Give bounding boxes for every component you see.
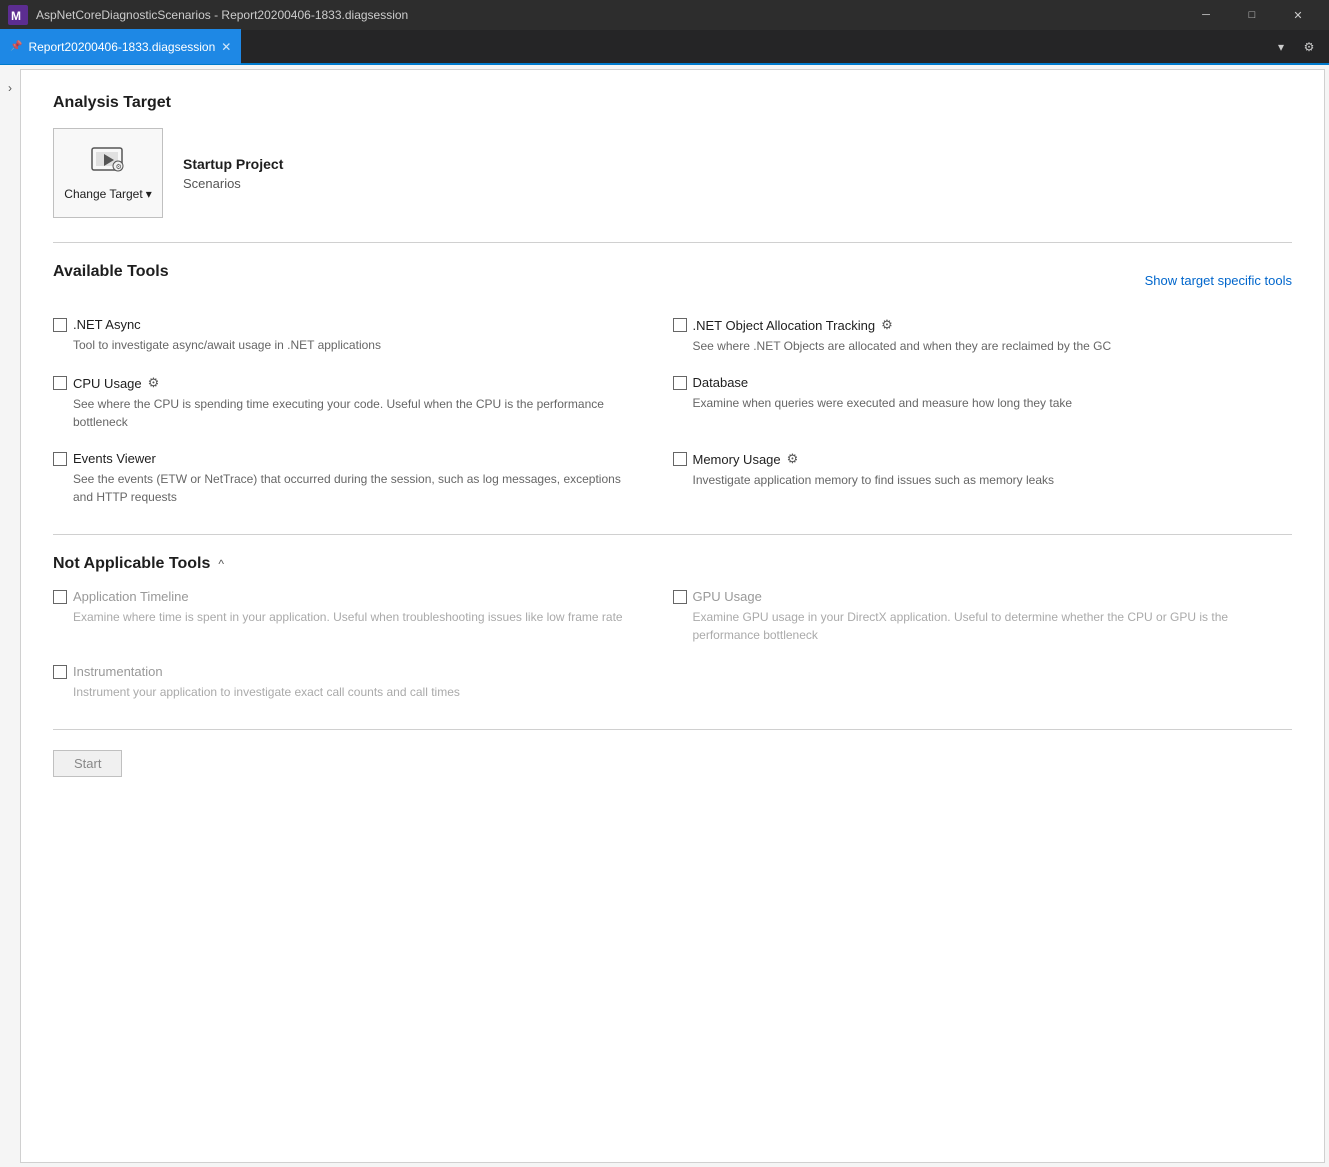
tool-header-dotnet-async: .NET Async bbox=[53, 317, 641, 332]
analysis-target-title: Analysis Target bbox=[53, 94, 1292, 112]
startup-project-name: Scenarios bbox=[183, 176, 283, 191]
tab-bar-actions: ▾ ⚙ bbox=[1269, 35, 1329, 59]
tab-gear-button[interactable]: ⚙ bbox=[1297, 35, 1321, 59]
tab-close-button[interactable]: ✕ bbox=[221, 40, 231, 54]
tool-desc-events-viewer: See the events (ETW or NetTrace) that oc… bbox=[73, 470, 641, 506]
tool-item-dotnet-async: .NET Async Tool to investigate async/awa… bbox=[53, 317, 673, 375]
change-target-icon: ⚙ bbox=[90, 146, 126, 183]
tool-desc-memory-usage: Investigate application memory to find i… bbox=[693, 471, 1261, 489]
tool-item-app-timeline: Application Timeline Examine where time … bbox=[53, 589, 673, 664]
tool-header-events-viewer: Events Viewer bbox=[53, 451, 641, 466]
tool-desc-dotnet-object-allocation: See where .NET Objects are allocated and… bbox=[693, 337, 1261, 355]
tab-label: Report20200406-1833.diagsession bbox=[28, 40, 215, 54]
not-applicable-tools-grid: Application Timeline Examine where time … bbox=[53, 589, 1292, 721]
tool-header-gpu-usage: GPU Usage bbox=[673, 589, 1261, 604]
tool-item-cpu-usage: CPU Usage ⚙ See where the CPU is spendin… bbox=[53, 375, 673, 451]
tool-checkbox-events-viewer[interactable] bbox=[53, 452, 67, 466]
main-area: › Analysis Target ⚙ bbox=[0, 65, 1329, 1167]
tool-checkbox-instrumentation bbox=[53, 665, 67, 679]
title-bar-text: AspNetCoreDiagnosticScenarios - Report20… bbox=[36, 8, 1175, 22]
tool-checkbox-dotnet-async[interactable] bbox=[53, 318, 67, 332]
tool-name-cpu-usage: CPU Usage bbox=[73, 376, 142, 391]
tool-checkbox-gpu-usage bbox=[673, 590, 687, 604]
tool-gear-dotnet-object-allocation[interactable]: ⚙ bbox=[881, 317, 893, 333]
tool-header-memory-usage: Memory Usage ⚙ bbox=[673, 451, 1261, 467]
diag-session-tab[interactable]: 📌 Report20200406-1833.diagsession ✕ bbox=[0, 29, 241, 64]
tool-desc-app-timeline: Examine where time is spent in your appl… bbox=[73, 608, 641, 626]
tool-gear-memory-usage[interactable]: ⚙ bbox=[787, 451, 799, 467]
tool-name-app-timeline: Application Timeline bbox=[73, 589, 189, 604]
divider-2 bbox=[53, 534, 1292, 535]
title-bar: M AspNetCoreDiagnosticScenarios - Report… bbox=[0, 0, 1329, 30]
tool-item-memory-usage: Memory Usage ⚙ Investigate application m… bbox=[673, 451, 1293, 526]
tool-item-gpu-usage: GPU Usage Examine GPU usage in your Dire… bbox=[673, 589, 1293, 664]
close-button[interactable]: ✕ bbox=[1275, 0, 1321, 30]
tool-checkbox-memory-usage[interactable] bbox=[673, 452, 687, 466]
tab-pin-icon: 📌 bbox=[10, 41, 22, 52]
svg-text:⚙: ⚙ bbox=[116, 163, 122, 171]
tab-dropdown-button[interactable]: ▾ bbox=[1269, 35, 1293, 59]
tool-desc-gpu-usage: Examine GPU usage in your DirectX applic… bbox=[693, 608, 1261, 644]
tool-header-instrumentation: Instrumentation bbox=[53, 664, 641, 679]
tool-name-memory-usage: Memory Usage bbox=[693, 452, 781, 467]
not-applicable-header: Not Applicable Tools ^ bbox=[53, 555, 1292, 573]
tool-name-gpu-usage: GPU Usage bbox=[693, 589, 762, 604]
tool-checkbox-cpu-usage[interactable] bbox=[53, 376, 67, 390]
tool-checkbox-database[interactable] bbox=[673, 376, 687, 390]
tool-desc-instrumentation: Instrument your application to investiga… bbox=[73, 683, 641, 701]
tool-item-instrumentation: Instrumentation Instrument your applicat… bbox=[53, 664, 673, 721]
divider-3 bbox=[53, 729, 1292, 730]
collapse-arrow[interactable]: ^ bbox=[218, 557, 224, 571]
tool-item-dotnet-object-allocation: .NET Object Allocation Tracking ⚙ See wh… bbox=[673, 317, 1293, 375]
sidebar-toggle[interactable]: › bbox=[0, 65, 20, 1167]
tool-header-database: Database bbox=[673, 375, 1261, 390]
not-applicable-tools-section: Not Applicable Tools ^ Application Timel… bbox=[53, 555, 1292, 721]
minimize-button[interactable]: ─ bbox=[1183, 0, 1229, 30]
tool-name-dotnet-async: .NET Async bbox=[73, 317, 141, 332]
change-target-label: Change Target ▾ bbox=[64, 187, 151, 201]
show-target-tools-link[interactable]: Show target specific tools bbox=[1145, 273, 1292, 288]
tool-name-instrumentation: Instrumentation bbox=[73, 664, 163, 679]
tool-item-events-viewer: Events Viewer See the events (ETW or Net… bbox=[53, 451, 673, 526]
tool-desc-database: Examine when queries were executed and m… bbox=[693, 394, 1261, 412]
vs-logo: M bbox=[8, 5, 28, 25]
startup-project-label: Startup Project bbox=[183, 156, 283, 172]
tool-checkbox-dotnet-object-allocation[interactable] bbox=[673, 318, 687, 332]
divider-1 bbox=[53, 242, 1292, 243]
available-tools-title: Available Tools bbox=[53, 263, 169, 281]
tool-header-dotnet-object-allocation: .NET Object Allocation Tracking ⚙ bbox=[673, 317, 1261, 333]
available-tools-grid: .NET Async Tool to investigate async/awa… bbox=[53, 317, 1292, 526]
startup-project-info: Startup Project Scenarios bbox=[183, 156, 283, 191]
start-button[interactable]: Start bbox=[53, 750, 122, 777]
tool-checkbox-app-timeline bbox=[53, 590, 67, 604]
analysis-target-section: Analysis Target ⚙ Change T bbox=[53, 94, 1292, 218]
svg-text:M: M bbox=[11, 9, 21, 23]
content-area: Analysis Target ⚙ Change T bbox=[20, 69, 1325, 1163]
tool-desc-dotnet-async: Tool to investigate async/await usage in… bbox=[73, 336, 641, 354]
change-target-button[interactable]: ⚙ Change Target ▾ bbox=[53, 128, 163, 218]
available-tools-header: Available Tools Show target specific too… bbox=[53, 263, 1292, 297]
title-bar-controls: ─ □ ✕ bbox=[1183, 0, 1321, 30]
tool-name-events-viewer: Events Viewer bbox=[73, 451, 156, 466]
tool-desc-cpu-usage: See where the CPU is spending time execu… bbox=[73, 395, 641, 431]
tool-name-dotnet-object-allocation: .NET Object Allocation Tracking bbox=[693, 318, 876, 333]
maximize-button[interactable]: □ bbox=[1229, 0, 1275, 30]
tool-header-app-timeline: Application Timeline bbox=[53, 589, 641, 604]
start-btn-area: Start bbox=[53, 750, 1292, 777]
analysis-target-box: ⚙ Change Target ▾ Startup Project Scenar… bbox=[53, 128, 1292, 218]
tool-name-database: Database bbox=[693, 375, 749, 390]
tab-bar: 📌 Report20200406-1833.diagsession ✕ ▾ ⚙ bbox=[0, 30, 1329, 65]
tool-gear-cpu-usage[interactable]: ⚙ bbox=[148, 375, 160, 391]
not-applicable-title: Not Applicable Tools bbox=[53, 555, 210, 573]
tool-item-database: Database Examine when queries were execu… bbox=[673, 375, 1293, 451]
tool-header-cpu-usage: CPU Usage ⚙ bbox=[53, 375, 641, 391]
available-tools-section: Available Tools Show target specific too… bbox=[53, 263, 1292, 526]
